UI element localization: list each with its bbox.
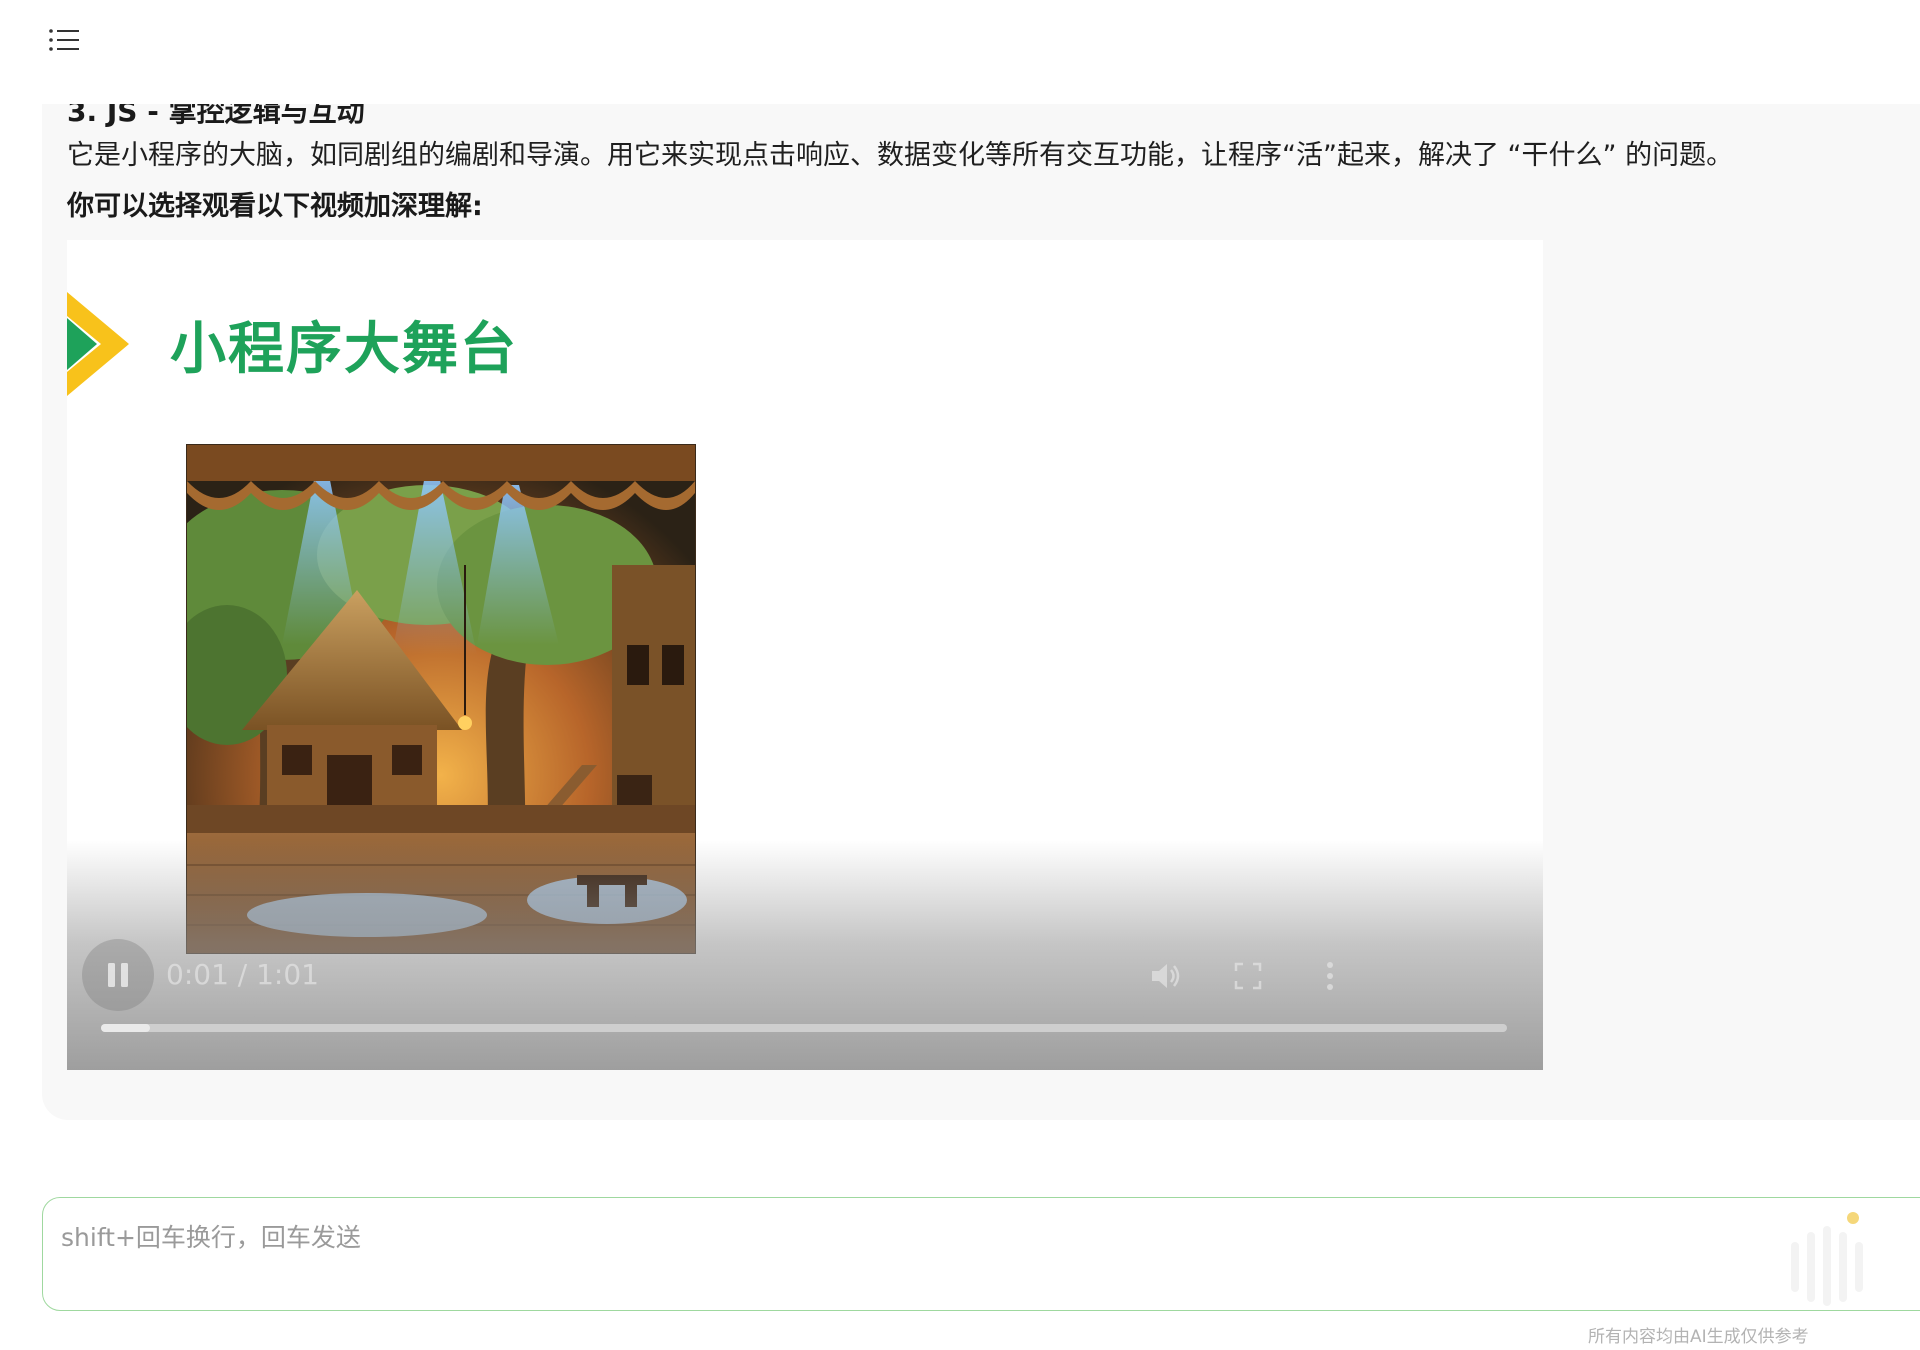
message-paragraph: 它是小程序的大脑，如同剧组的编剧和导演。用它来实现点击响应、数据变化等所有交互功…: [67, 140, 1734, 171]
fullscreen-icon: [1234, 962, 1262, 990]
list-icon: [49, 29, 79, 51]
more-options-button[interactable]: [1322, 958, 1338, 998]
progress-bar[interactable]: [101, 1024, 1507, 1032]
volume-button[interactable]: [1147, 958, 1183, 998]
section-heading: 3. JS - 掌控逻辑与互动: [67, 104, 365, 128]
play-pause-button[interactable]: [82, 939, 154, 1011]
slide-title: 小程序大舞台: [170, 317, 518, 382]
time-display: 0:01 / 1:01: [166, 958, 319, 991]
fullscreen-button[interactable]: [1232, 960, 1264, 996]
progress-fill: [101, 1024, 151, 1032]
assistant-message-card: 3. JS - 掌控逻辑与互动 它是小程序的大脑，如同剧组的编剧和导演。用它来实…: [42, 104, 1920, 1120]
volume-icon: [1152, 964, 1180, 988]
ai-disclaimer: 所有内容均由AI生成仅供参考: [1588, 1327, 1809, 1347]
voice-waveform-icon: [1791, 1212, 1863, 1306]
menu-button[interactable]: [46, 22, 82, 58]
video-prompt-text: 你可以选择观看以下视频加深理解:: [67, 191, 483, 222]
play-arrow-icon: [67, 292, 129, 396]
message-input[interactable]: [59, 1216, 1743, 1280]
more-vertical-icon: [1327, 962, 1333, 990]
video-player[interactable]: 小程序大舞台 0:01 / 1:01: [67, 240, 1543, 1070]
message-composer: [42, 1197, 1920, 1311]
voice-input-button[interactable]: [1751, 1202, 1901, 1310]
pause-icon: [108, 963, 128, 987]
stage-scene-image: [186, 444, 696, 954]
